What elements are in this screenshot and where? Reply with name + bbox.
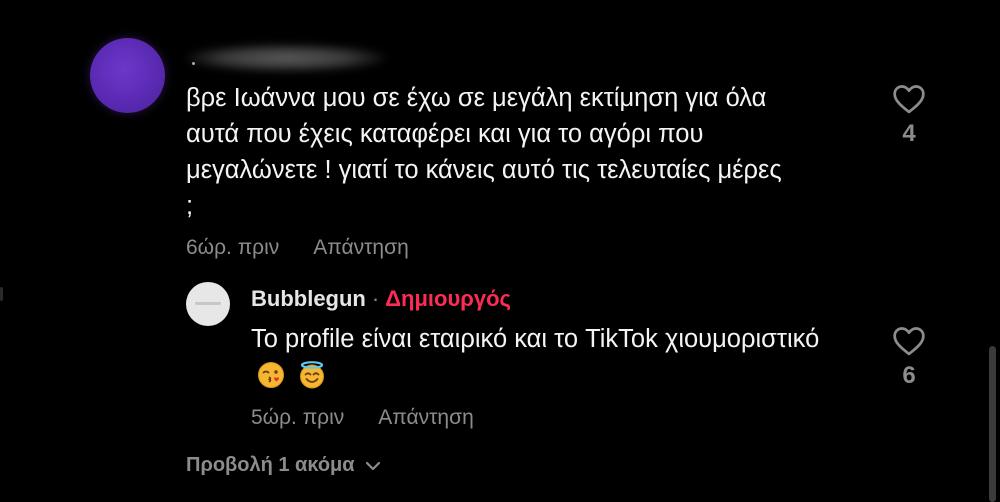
left-edge-marker bbox=[0, 287, 3, 301]
comment-meta: 6ώρ. πριν Απάντηση bbox=[186, 236, 409, 260]
comment-text: βρε Ιωάννα μου σε έχω σε μεγάλη εκτίμηση… bbox=[186, 84, 782, 220]
reply-time: 5ώρ. πριν bbox=[251, 406, 345, 429]
creator-badge: Δημιουργός bbox=[385, 286, 511, 311]
view-more-replies-button[interactable]: Προβολή 1 ακόμα bbox=[186, 454, 381, 477]
kissing-face-emoji bbox=[257, 361, 285, 400]
comment-reply-button[interactable]: Απάντηση bbox=[313, 236, 408, 260]
chevron-down-icon bbox=[365, 461, 380, 470]
comment-time: 6ώρ. πριν bbox=[186, 236, 280, 259]
heart-outline-icon[interactable] bbox=[892, 84, 926, 114]
comment-author-dot bbox=[192, 62, 195, 65]
reply-text: Το profile είναι εταιρικό και το TikTok … bbox=[251, 325, 820, 353]
reply-avatar[interactable] bbox=[186, 282, 230, 326]
smiling-halo-face-emoji bbox=[298, 361, 326, 400]
comment-like: 4 bbox=[889, 84, 929, 148]
reply-reply-button[interactable]: Απάντηση bbox=[378, 406, 473, 430]
comment-like-count: 4 bbox=[902, 120, 916, 147]
reply-avatar-logo bbox=[195, 302, 221, 305]
reply-separator: · bbox=[371, 286, 380, 311]
reply-header: Bubblegun · Δημιουργός bbox=[251, 286, 511, 312]
reply-text-block: Το profile είναι εταιρικό και το TikTok … bbox=[251, 320, 831, 400]
reply-author-name[interactable]: Bubblegun bbox=[251, 286, 366, 312]
reply-like-count: 6 bbox=[902, 362, 916, 389]
reply-meta: 5ώρ. πριν Απάντηση bbox=[251, 406, 474, 430]
heart-outline-icon[interactable] bbox=[892, 326, 926, 356]
avatar[interactable] bbox=[90, 38, 165, 113]
reply-like: 6 bbox=[889, 326, 929, 390]
comment-author-name-blurred[interactable] bbox=[186, 44, 386, 72]
view-more-label: Προβολή 1 ακόμα bbox=[186, 454, 355, 476]
scrollbar[interactable] bbox=[989, 346, 996, 502]
